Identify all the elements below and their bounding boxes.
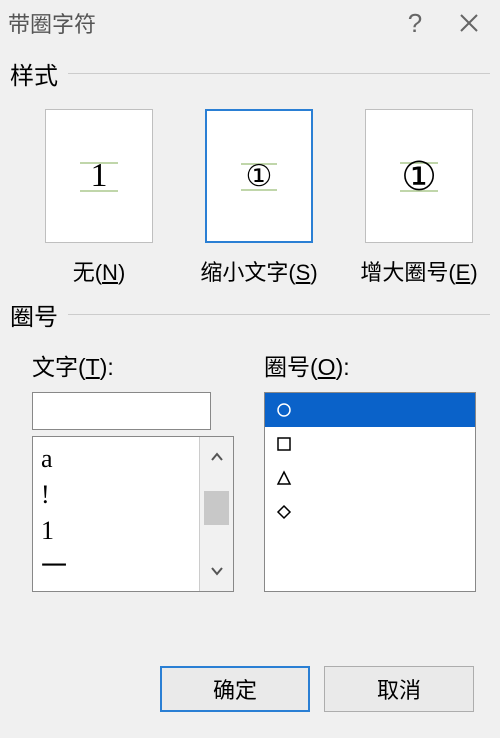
style-none-label: 无(N) [34,255,164,287]
style-enlarge-label: 增大圈号(E) [354,255,484,287]
text-column: 文字(T): a ! 1 一 [32,348,240,592]
shape-option-circle[interactable] [265,393,475,427]
title-bar: 带圈字符 ? [0,0,500,46]
scroll-down-icon[interactable] [200,551,233,591]
shape-column: 圈号(O): [264,348,476,592]
shape-list[interactable] [264,392,476,592]
list-item[interactable]: ! [41,477,191,513]
dialog-buttons: 确定 取消 [160,666,474,712]
enclosure-section-label: 圈号 [10,297,58,332]
text-list[interactable]: a ! 1 一 [32,436,234,592]
shape-option-triangle[interactable] [265,461,475,495]
style-option-shrink[interactable]: ① 缩小文字(S) [194,109,324,287]
style-option-none[interactable]: 1 无(N) [34,109,164,287]
text-input[interactable] [32,392,211,430]
style-section-label: 样式 [10,56,58,91]
divider [68,73,490,74]
circle-icon [273,399,295,421]
style-options: 1 无(N) ① 缩小文字(S) ① 增大圈号(E) [0,99,500,287]
square-icon [273,433,295,455]
scroll-up-icon[interactable] [200,437,233,477]
divider [68,314,490,315]
cancel-button[interactable]: 取消 [324,666,474,712]
list-item[interactable]: a [41,441,191,477]
style-enlarge-glyph: ① [401,153,437,200]
style-shrink-label: 缩小文字(S) [194,255,324,287]
help-button[interactable]: ? [388,3,442,43]
list-item[interactable]: 一 [41,549,191,585]
triangle-icon [273,467,295,489]
style-shrink-glyph: ① [246,159,273,194]
close-button[interactable] [442,3,496,43]
scroll-track[interactable] [200,477,233,551]
style-option-enlarge[interactable]: ① 增大圈号(E) [354,109,484,287]
dialog-title: 带圈字符 [8,7,388,39]
ok-button[interactable]: 确定 [160,666,310,712]
text-column-label: 文字(T): [32,348,240,382]
scrollbar[interactable] [199,437,233,591]
list-item[interactable]: 1 [41,513,191,549]
style-section-header: 样式 [0,56,500,91]
shape-option-square[interactable] [265,427,475,461]
shape-column-label: 圈号(O): [264,348,476,382]
style-none-glyph: 1 [91,157,108,195]
shape-option-diamond[interactable] [265,495,475,529]
enclosure-section-header: 圈号 [0,297,500,332]
diamond-icon [273,501,295,523]
scroll-thumb[interactable] [204,491,229,525]
